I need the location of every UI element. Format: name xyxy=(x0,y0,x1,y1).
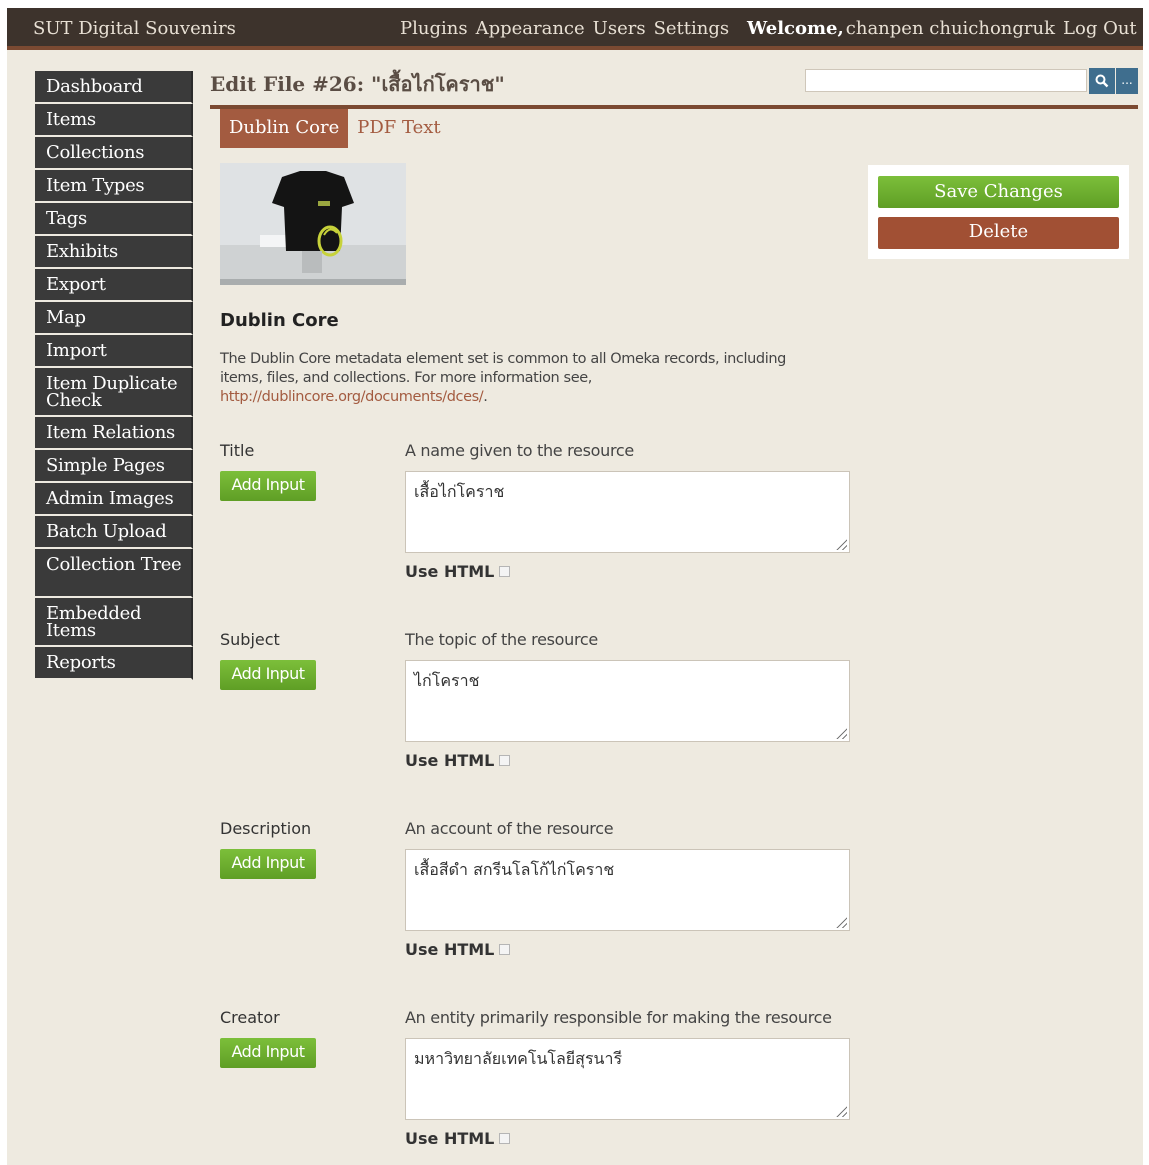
resize-handle-icon[interactable] xyxy=(835,538,847,550)
sidebar-item-map[interactable]: Map xyxy=(35,302,193,335)
field-hint: A name given to the resource xyxy=(405,441,634,460)
tshirt-photo xyxy=(220,163,406,285)
nav-appearance[interactable]: Appearance xyxy=(476,18,585,39)
admin-top-bar: SUT Digital Souvenirs Plugins Appearance… xyxy=(7,8,1143,50)
sidebar-nav: Dashboard Items Collections Item Types T… xyxy=(35,71,193,680)
search-input[interactable] xyxy=(805,69,1087,92)
search-form: ... xyxy=(805,68,1139,94)
save-panel: Save Changes Delete xyxy=(868,165,1129,259)
field-subject: Subject Add Input The topic of the resou… xyxy=(220,630,860,780)
nav-settings[interactable]: Settings xyxy=(654,18,730,39)
use-html-toggle[interactable]: Use HTML xyxy=(405,751,511,770)
element-set-tabs: Dublin Core PDF Text xyxy=(220,109,450,148)
textarea-value: มหาวิทยาลัยเทคโนโลยีสุรนารี xyxy=(414,1049,623,1068)
user-welcome: Welcome, chanpen chuichongruk Log Out xyxy=(747,18,1137,39)
use-html-label: Use HTML xyxy=(405,751,495,770)
user-name-link[interactable]: chanpen chuichongruk xyxy=(846,18,1055,39)
sidebar-item-item-types[interactable]: Item Types xyxy=(35,170,193,203)
file-thumbnail[interactable] xyxy=(220,163,406,285)
resize-handle-icon[interactable] xyxy=(835,727,847,739)
sidebar-item-export[interactable]: Export xyxy=(35,269,193,302)
field-label: Description xyxy=(220,819,312,838)
field-description: Description Add Input An account of the … xyxy=(220,819,860,969)
use-html-label: Use HTML xyxy=(405,940,495,959)
site-title-link[interactable]: SUT Digital Souvenirs xyxy=(33,18,236,39)
sidebar-item-embedded-items[interactable]: Embedded Items xyxy=(35,598,193,647)
description-suffix: . xyxy=(483,389,488,405)
tab-dublin-core[interactable]: Dublin Core xyxy=(220,109,349,148)
resize-handle-icon[interactable] xyxy=(835,1105,847,1117)
field-creator: Creator Add Input An entity primarily re… xyxy=(220,1008,860,1158)
sidebar-item-admin-images[interactable]: Admin Images xyxy=(35,483,193,516)
section-description: The Dublin Core metadata element set is … xyxy=(220,350,810,407)
sidebar-item-items[interactable]: Items xyxy=(35,104,193,137)
search-icon xyxy=(1095,74,1109,88)
sidebar-item-exhibits[interactable]: Exhibits xyxy=(35,236,193,269)
sidebar-item-collections[interactable]: Collections xyxy=(35,137,193,170)
sidebar-item-collection-tree[interactable]: Collection Tree xyxy=(35,549,193,598)
use-html-checkbox[interactable] xyxy=(499,944,511,955)
search-button[interactable] xyxy=(1089,68,1115,94)
use-html-toggle[interactable]: Use HTML xyxy=(405,940,511,959)
use-html-checkbox[interactable] xyxy=(499,755,511,766)
textarea-value: เสื้อสีดำ สกรีนโลโก้ไก่โคราช xyxy=(414,860,615,879)
sidebar-item-reports[interactable]: Reports xyxy=(35,647,193,680)
nav-users[interactable]: Users xyxy=(593,18,646,39)
use-html-checkbox[interactable] xyxy=(499,566,511,577)
sidebar-item-duplicate-check[interactable]: Item Duplicate Check xyxy=(35,368,193,417)
field-hint: An account of the resource xyxy=(405,819,614,838)
sidebar-item-dashboard[interactable]: Dashboard xyxy=(35,71,193,104)
advanced-search-button[interactable]: ... xyxy=(1116,68,1138,94)
save-changes-button[interactable]: Save Changes xyxy=(878,176,1119,208)
use-html-toggle[interactable]: Use HTML xyxy=(405,1129,511,1148)
add-input-button[interactable]: Add Input xyxy=(220,849,316,879)
logout-link[interactable]: Log Out xyxy=(1063,18,1137,39)
sidebar-item-item-relations[interactable]: Item Relations xyxy=(35,417,193,450)
section-heading: Dublin Core xyxy=(220,310,339,331)
textarea-value: ไก่โคราช xyxy=(414,671,480,690)
tab-pdf-text[interactable]: PDF Text xyxy=(348,109,449,148)
global-nav: Plugins Appearance Users Settings xyxy=(400,18,729,39)
title-textarea[interactable]: เสื้อไก่โคราช xyxy=(405,471,850,553)
dublin-core-link[interactable]: http://dublincore.org/documents/dces/ xyxy=(220,389,484,405)
field-hint: The topic of the resource xyxy=(405,630,598,649)
welcome-label: Welcome, xyxy=(747,18,844,39)
add-input-button[interactable]: Add Input xyxy=(220,1038,316,1068)
field-label: Subject xyxy=(220,630,280,649)
description-text: The Dublin Core metadata element set is … xyxy=(220,351,786,386)
delete-button[interactable]: Delete xyxy=(878,217,1119,249)
add-input-button[interactable]: Add Input xyxy=(220,471,316,501)
subject-textarea[interactable]: ไก่โคราช xyxy=(405,660,850,742)
sidebar-item-import[interactable]: Import xyxy=(35,335,193,368)
sidebar-item-simple-pages[interactable]: Simple Pages xyxy=(35,450,193,483)
sidebar-item-batch-upload[interactable]: Batch Upload xyxy=(35,516,193,549)
use-html-toggle[interactable]: Use HTML xyxy=(405,562,511,581)
use-html-checkbox[interactable] xyxy=(499,1133,511,1144)
use-html-label: Use HTML xyxy=(405,562,495,581)
textarea-value: เสื้อไก่โคราช xyxy=(414,482,505,501)
field-label: Creator xyxy=(220,1008,280,1027)
creator-textarea[interactable]: มหาวิทยาลัยเทคโนโลยีสุรนารี xyxy=(405,1038,850,1120)
description-textarea[interactable]: เสื้อสีดำ สกรีนโลโก้ไก่โคราช xyxy=(405,849,850,931)
nav-plugins[interactable]: Plugins xyxy=(400,18,468,39)
field-hint: An entity primarily responsible for maki… xyxy=(405,1008,832,1027)
resize-handle-icon[interactable] xyxy=(835,916,847,928)
field-title: Title Add Input A name given to the reso… xyxy=(220,441,860,591)
sidebar-item-tags[interactable]: Tags xyxy=(35,203,193,236)
use-html-label: Use HTML xyxy=(405,1129,495,1148)
add-input-button[interactable]: Add Input xyxy=(220,660,316,690)
field-label: Title xyxy=(220,441,255,460)
page-title: Edit File #26: "เสื้อไก่โคราช" xyxy=(210,72,505,96)
